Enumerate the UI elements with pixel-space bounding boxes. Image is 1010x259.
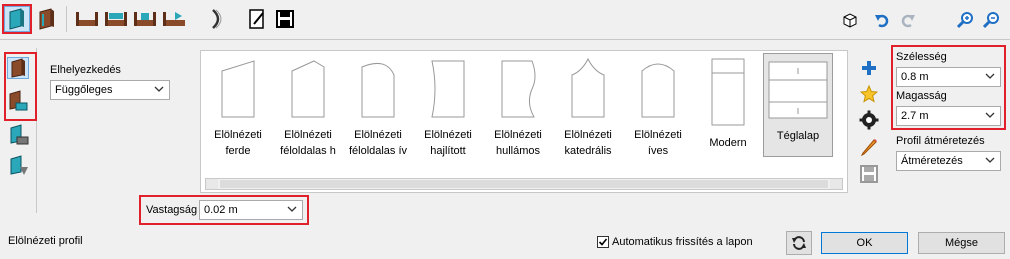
profile-item[interactable]: Elölnézeti íves [623, 51, 693, 181]
panel-icon[interactable] [4, 6, 30, 32]
scrollbar-thumb[interactable] [220, 180, 828, 188]
profile-item[interactable]: Elölnézeti katedrális [553, 51, 623, 181]
toolbar-divider [0, 39, 1010, 40]
shelf-4-icon[interactable] [161, 6, 187, 32]
side-divider [36, 48, 37, 213]
gear-icon[interactable] [858, 109, 880, 131]
profile-resize-label: Profil átméretezés [896, 135, 985, 147]
profile-item[interactable]: Modern [693, 51, 763, 181]
refresh-button[interactable] [786, 231, 812, 255]
profile-feloldalas-iv-icon [361, 62, 395, 118]
pencil-icon[interactable] [858, 136, 880, 158]
profile-ives-icon [641, 63, 675, 118]
thickness-select[interactable]: 0.02 m [199, 200, 303, 220]
chevron-down-icon [985, 112, 995, 118]
profile-hullamos-icon [501, 60, 536, 118]
thickness-value: 0.02 m [204, 204, 238, 216]
scroll-left-icon[interactable] [206, 179, 218, 189]
add-icon[interactable] [858, 57, 880, 79]
save-icon[interactable] [272, 6, 298, 32]
width-select[interactable]: 0.8 m [896, 67, 1001, 87]
chevron-down-icon [985, 73, 995, 79]
placement-value: Függőleges [55, 84, 113, 96]
checkmark-icon [598, 238, 608, 246]
height-label: Magasság [896, 90, 947, 102]
profile-resize-value: Átméretezés [901, 155, 963, 167]
shelf-icon[interactable] [74, 6, 100, 32]
redo-icon [896, 8, 920, 32]
placement-select[interactable]: Függőleges [50, 80, 170, 100]
profile-variant-2-icon[interactable] [8, 155, 30, 177]
profile-item[interactable]: Elölnézeti féloldalas h [273, 51, 343, 181]
scroll-right-icon[interactable] [830, 179, 842, 189]
gallery-scrollbar[interactable] [205, 178, 843, 190]
section-label: Elölnézeti profil [8, 235, 83, 247]
width-value: 0.8 m [901, 71, 929, 83]
box-3d-icon[interactable] [838, 8, 862, 32]
side-profile-icon[interactable] [7, 90, 29, 112]
profile-resize-select[interactable]: Átméretezés [896, 151, 1001, 171]
profile-item[interactable]: Elölnézeti hullámos [483, 51, 553, 181]
chevron-down-icon [154, 86, 164, 92]
profile-teglalap-icon [768, 61, 828, 119]
profile-katedralis-icon [571, 57, 605, 118]
save-disabled-icon [858, 163, 880, 185]
profile-item-selected[interactable]: Téglalap [763, 53, 833, 157]
undo-icon[interactable] [870, 8, 894, 32]
profile-item[interactable]: Elölnézeti hajlított [413, 51, 483, 181]
zoom-out-icon[interactable] [980, 8, 1004, 32]
height-select[interactable]: 2.7 m [896, 106, 1001, 126]
profile-modern-icon [711, 58, 745, 126]
profile-feloldalas-h-icon [291, 60, 325, 118]
edit-icon[interactable] [244, 6, 270, 32]
height-value: 2.7 m [901, 110, 929, 122]
placement-label: Elhelyezkedés [50, 64, 121, 76]
shelf-3-icon[interactable] [132, 6, 158, 32]
profile-ferde-icon [221, 60, 255, 118]
favorite-star-icon[interactable] [858, 83, 880, 105]
profile-hajlitott-icon [431, 60, 465, 118]
auto-refresh-checkbox[interactable] [597, 236, 609, 248]
ok-button[interactable]: OK [821, 232, 908, 254]
shelf-2-icon[interactable] [103, 6, 129, 32]
chevron-down-icon [985, 157, 995, 163]
auto-refresh-label: Automatikus frissítés a lapon [612, 236, 753, 248]
profile-gallery: Elölnézeti ferde Elölnézeti féloldalas h E… [200, 50, 848, 193]
thickness-label: Vastagság [146, 204, 198, 216]
chevron-down-icon [287, 206, 297, 212]
profile-variant-icon[interactable] [8, 124, 30, 146]
profile-item[interactable]: Elölnézeti féloldalas ív [343, 51, 413, 181]
panel-alt-icon[interactable] [34, 6, 60, 32]
toolbar-separator [66, 6, 67, 32]
profile-item[interactable]: Elölnézeti ferde [203, 51, 273, 181]
curve-icon[interactable] [204, 6, 230, 32]
width-label: Szélesség [896, 51, 947, 63]
cancel-button[interactable]: Mégse [918, 232, 1005, 254]
zoom-in-icon[interactable] [954, 8, 978, 32]
refresh-icon [792, 236, 806, 250]
front-profile-icon[interactable] [7, 57, 29, 79]
